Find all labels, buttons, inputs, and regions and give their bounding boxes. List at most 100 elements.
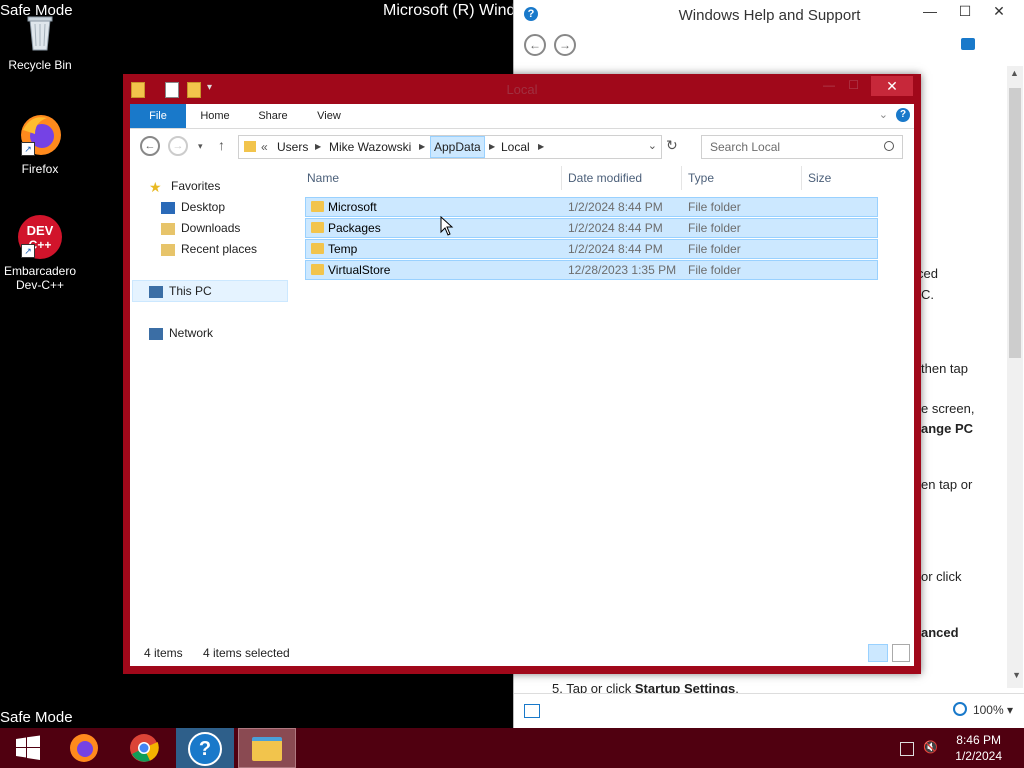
address-row: ← → ▾ ↑ « Users ▶ Mike Wazowski ▶ AppDat… <box>130 129 914 165</box>
help-text-fragment: C. <box>921 287 934 302</box>
row-date: 12/28/2023 1:35 PM <box>568 263 677 277</box>
column-divider[interactable] <box>681 166 682 190</box>
nav-favorites-label: Favorites <box>171 179 221 193</box>
scroll-up-icon[interactable]: ▲ <box>1010 68 1019 78</box>
network-tray-icon[interactable] <box>900 742 914 756</box>
mouse-cursor-icon <box>440 216 454 236</box>
tab-share[interactable]: Share <box>256 104 290 128</box>
devcpp-desktop-icon[interactable]: DEV C++ ↗ Embarcadero Dev-C++ <box>0 214 80 292</box>
folder-icon <box>311 243 324 254</box>
breadcrumb-local[interactable]: Local <box>501 136 530 158</box>
desktop-icon <box>161 201 175 214</box>
explorer-body: File Home Share View ⌄ ? ← → ▾ ↑ « Users… <box>130 104 914 666</box>
recycle-bin-desktop-icon[interactable]: Recycle Bin <box>0 8 80 72</box>
devcpp-label: Embarcadero Dev-C++ <box>3 264 77 292</box>
address-bar[interactable]: « Users ▶ Mike Wazowski ▶ AppData ▶ Loca… <box>238 135 662 159</box>
help-scrollbar[interactable]: ▲ <box>1007 66 1023 688</box>
help-footer: 100% ▾ <box>514 693 1024 728</box>
table-row[interactable]: Microsoft 1/2/2024 8:44 PM File folder <box>305 197 878 217</box>
svg-text:DEV: DEV <box>27 223 54 238</box>
help-maximize-button[interactable]: ☐ <box>947 0 983 22</box>
breadcrumb-separator-icon[interactable]: ▶ <box>315 136 321 158</box>
help-titlebar[interactable]: ? Windows Help and Support — ☐ ✕ <box>514 0 1024 30</box>
row-name: VirtualStore <box>328 263 391 277</box>
taskbar-firefox[interactable] <box>56 728 112 768</box>
nav-recent-label: Recent places <box>181 242 258 256</box>
breadcrumb-separator-icon[interactable]: ▶ <box>489 136 495 158</box>
zoom-icon[interactable] <box>953 702 967 716</box>
start-button[interactable] <box>0 728 56 768</box>
details-view-icon[interactable] <box>868 644 888 662</box>
recent-locations-icon[interactable]: ▾ <box>198 141 203 152</box>
row-type: File folder <box>688 221 741 235</box>
nav-this-pc-label: This PC <box>169 284 212 298</box>
explorer-titlebar[interactable]: ▾ Local — ☐ ✕ <box>123 74 921 104</box>
shortcut-arrow-icon: ↗ <box>21 142 35 156</box>
tab-file[interactable]: File <box>130 104 186 128</box>
row-name: Packages <box>328 221 381 235</box>
help-minimize-button[interactable]: — <box>912 0 948 22</box>
breadcrumb-appdata[interactable]: AppData <box>430 136 485 158</box>
row-name: Microsoft <box>328 200 377 214</box>
taskbar-help[interactable]: ? <box>176 728 234 768</box>
nav-desktop[interactable]: Desktop <box>161 197 225 217</box>
taskbar-chrome[interactable] <box>116 728 172 768</box>
explorer-close-button[interactable]: ✕ <box>871 76 913 96</box>
volume-muted-icon[interactable]: 🔇 <box>923 740 938 754</box>
column-header-date-modified[interactable]: Date modified <box>568 166 642 190</box>
scroll-down-icon[interactable]: ▼ <box>1012 670 1021 680</box>
help-icon: ? <box>188 732 222 766</box>
large-icons-view-icon[interactable] <box>892 644 910 662</box>
forward-button[interactable]: → <box>168 136 188 156</box>
help-browse-icon[interactable] <box>524 704 540 718</box>
back-button[interactable]: ← <box>140 136 160 156</box>
print-icon[interactable] <box>961 38 975 50</box>
column-header-name[interactable]: Name <box>307 166 339 190</box>
tab-view[interactable]: View <box>312 104 346 128</box>
address-dropdown-icon[interactable]: ⌄ <box>648 139 657 152</box>
table-row[interactable]: Packages 1/2/2024 8:44 PM File folder <box>305 218 878 238</box>
table-row[interactable]: Temp 1/2/2024 8:44 PM File folder <box>305 239 878 259</box>
column-header-type[interactable]: Type <box>688 166 714 190</box>
explorer-maximize-button[interactable]: ☐ <box>848 78 859 92</box>
search-input[interactable]: Search Local <box>701 135 903 159</box>
table-row[interactable]: VirtualStore 12/28/2023 1:35 PM File fol… <box>305 260 878 280</box>
clock[interactable]: 8:46 PM 1/2/2024 <box>955 732 1002 764</box>
breadcrumb-mike-wazowski[interactable]: Mike Wazowski <box>329 136 411 158</box>
column-divider[interactable] <box>561 166 562 190</box>
nav-favorites[interactable]: ★ Favorites <box>149 176 220 196</box>
help-back-button[interactable]: ← <box>524 34 546 56</box>
firefox-desktop-icon[interactable]: ↗ Firefox <box>0 112 80 176</box>
breadcrumb-separator-icon[interactable]: ▶ <box>419 136 425 158</box>
breadcrumb-separator-icon[interactable]: ▶ <box>538 136 544 158</box>
explorer-window[interactable]: ▾ Local — ☐ ✕ File Home Share View ⌄ ? ←… <box>123 74 921 674</box>
column-header-size[interactable]: Size <box>808 166 831 190</box>
help-scrollbar-thumb[interactable] <box>1009 88 1021 358</box>
help-forward-button[interactable]: → <box>554 34 576 56</box>
nav-this-pc[interactable]: This PC <box>132 280 288 302</box>
search-icon <box>884 141 894 151</box>
nav-recent-places[interactable]: Recent places <box>161 239 257 259</box>
nav-network[interactable]: Network <box>149 323 213 343</box>
safe-mode-label-bottom: Safe Mode <box>0 709 73 726</box>
search-placeholder: Search Local <box>710 140 781 154</box>
explorer-minimize-button[interactable]: — <box>823 78 835 92</box>
help-close-button[interactable]: ✕ <box>981 0 1017 22</box>
tab-home[interactable]: Home <box>198 104 232 128</box>
nav-desktop-label: Desktop <box>181 200 226 214</box>
row-type: File folder <box>688 200 741 214</box>
downloads-icon <box>161 222 175 235</box>
column-divider[interactable] <box>801 166 802 190</box>
up-button[interactable]: ↑ <box>218 137 225 153</box>
refresh-icon[interactable]: ↻ <box>666 137 678 154</box>
nav-downloads[interactable]: Downloads <box>161 218 240 238</box>
breadcrumb-overflow[interactable]: « <box>261 136 268 158</box>
taskbar-file-explorer[interactable] <box>238 728 296 768</box>
clock-time: 8:46 PM <box>956 733 1001 747</box>
breadcrumb-users[interactable]: Users <box>277 136 308 158</box>
help-icon[interactable]: ? <box>896 108 910 122</box>
help-text-fragment: or click <box>921 569 962 584</box>
row-date: 1/2/2024 8:44 PM <box>568 200 663 214</box>
zoom-level[interactable]: 100% ▾ <box>973 703 1013 717</box>
ribbon-expand-icon[interactable]: ⌄ <box>879 108 888 121</box>
